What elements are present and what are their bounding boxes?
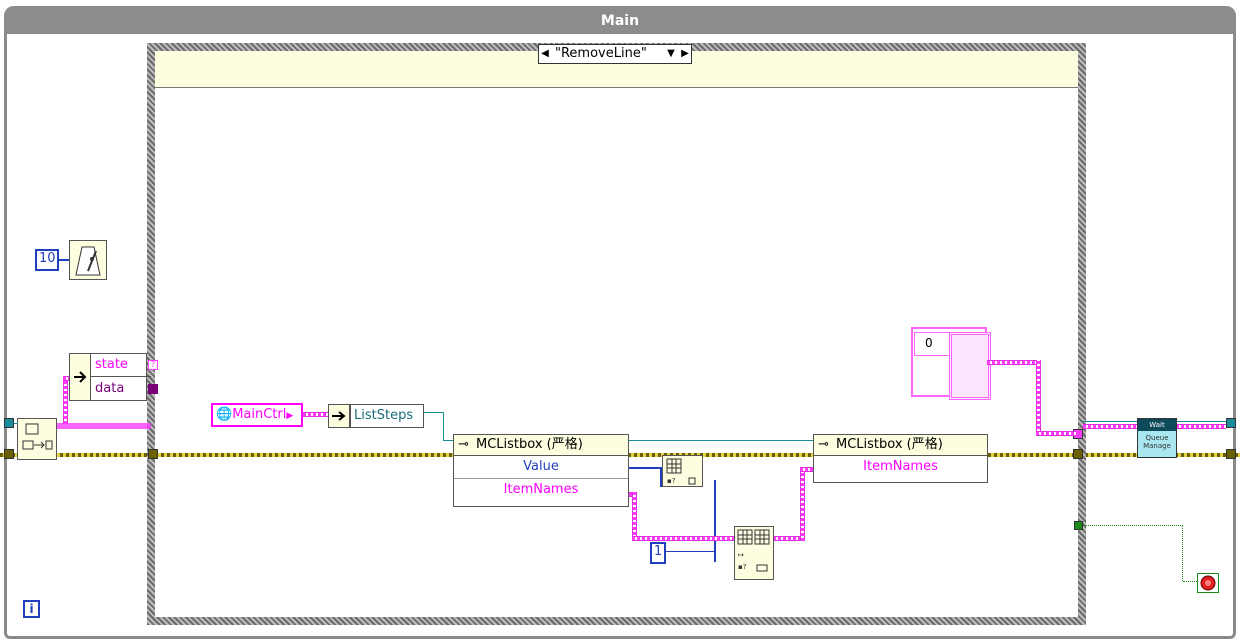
svg-text:↦: ↦ xyxy=(738,551,744,559)
array-wire-2 xyxy=(1036,360,1041,434)
dequeue-element-node[interactable] xyxy=(17,418,57,460)
index-constant[interactable]: 1 xyxy=(650,542,666,564)
empty-array-constant[interactable]: 0 xyxy=(911,327,991,400)
index-wire-v xyxy=(714,480,716,562)
svg-text:▪?: ▪? xyxy=(738,563,747,571)
property-row-value[interactable]: Value xyxy=(454,456,628,479)
array-wire-3 xyxy=(1036,431,1076,436)
array-wire-1 xyxy=(987,360,1039,365)
while-loop-label: Main xyxy=(4,6,1236,34)
error-tunnel-in[interactable] xyxy=(148,449,158,459)
wait-ms-node[interactable] xyxy=(69,240,107,280)
error-wire-case-1 xyxy=(155,453,453,457)
iteration-terminal[interactable]: i xyxy=(23,600,40,618)
itemnames-wire-2 xyxy=(632,492,637,540)
index-wire xyxy=(666,551,716,552)
stop-tunnel[interactable] xyxy=(1074,521,1083,530)
global-ref-wire xyxy=(303,412,329,417)
queue-manager-subvi[interactable]: Wait Queue Manage xyxy=(1137,418,1177,458)
ref-wire-2 xyxy=(443,412,444,440)
delete-from-array-node[interactable]: ↦ ▪? xyxy=(734,526,774,580)
property-node-read[interactable]: ⊸ MCListbox (严格) Value ItemNames xyxy=(453,434,629,507)
case-prev-arrow[interactable]: ◀ xyxy=(539,46,551,62)
data-wire-out-2 xyxy=(1176,424,1226,429)
data-wire-up xyxy=(63,378,68,424)
error-shift-register-right[interactable] xyxy=(1226,449,1236,459)
case-selector[interactable]: ◀ "RemoveLine" ▼ ▶ xyxy=(538,44,692,64)
play-icon: ▶ xyxy=(286,411,294,421)
globe-icon: 🌐 xyxy=(216,407,233,422)
ref-unbundle-arrow[interactable] xyxy=(328,404,350,428)
unbundle-data-label: data xyxy=(95,381,125,396)
metronome-icon xyxy=(75,246,101,276)
stop-icon xyxy=(1200,575,1216,591)
property-node-icon: ⊸ xyxy=(818,437,829,452)
array-element-slot xyxy=(949,332,991,400)
property-node-icon: ⊸ xyxy=(458,437,469,452)
dequeue-icon xyxy=(22,423,53,450)
queue-shift-register-right[interactable] xyxy=(1226,418,1236,428)
svg-text:▪?: ▪? xyxy=(667,477,676,485)
stop-terminal[interactable] xyxy=(1197,573,1219,593)
property-node-write-header: ⊸ MCListbox (严格) xyxy=(814,435,987,456)
mainctrl-label: MainCtrl xyxy=(232,407,287,422)
array-size-icon: ▪? xyxy=(666,458,696,485)
queue-manager-label: Queue Manage xyxy=(1143,434,1171,450)
property-node-read-header: ⊸ MCListbox (严格) xyxy=(454,435,628,456)
error-tunnel-out[interactable] xyxy=(1073,449,1083,459)
wait-ms-constant[interactable]: 10 xyxy=(35,249,59,271)
case-dropdown-arrow[interactable]: ▼ xyxy=(665,46,677,62)
itemnames-wire-3 xyxy=(632,536,735,541)
property-node-write[interactable]: ⊸ MCListbox (严格) ItemNames xyxy=(813,434,988,483)
queue-manager-top: Wait xyxy=(1138,419,1176,431)
case-selector-label: "RemoveLine" xyxy=(555,46,647,61)
array-size-node[interactable]: ▪? xyxy=(662,455,703,487)
data-tunnel-in[interactable] xyxy=(148,384,158,394)
unbundle-by-name[interactable]: state data xyxy=(69,353,151,401)
data-wire-to-case xyxy=(57,423,151,429)
wait-wire xyxy=(59,259,69,261)
case-selector-terminal[interactable]: ? xyxy=(148,360,158,370)
delete-from-array-icon: ↦ ▪? xyxy=(737,529,770,572)
ref-wire-4 xyxy=(628,440,816,441)
liststeps-label: ListSteps xyxy=(350,404,424,428)
case-next-arrow[interactable]: ▶ xyxy=(679,46,691,62)
unbundle-state-label: state xyxy=(91,354,151,377)
queue-wire-in xyxy=(14,423,18,424)
error-wire-case-3 xyxy=(988,453,1078,457)
unbundle-arrow-icon xyxy=(70,354,91,400)
itemnames-wire-6 xyxy=(800,467,814,472)
ref-wire-1 xyxy=(424,412,443,413)
error-shift-register-left[interactable] xyxy=(4,449,14,459)
stop-wire xyxy=(1083,525,1183,581)
mainctrl-global-ref[interactable]: 🌐MainCtrl▶ xyxy=(211,403,303,427)
itemnames-wire-5 xyxy=(800,467,805,541)
queue-shift-register-left[interactable] xyxy=(4,418,14,428)
data-wire-out xyxy=(1083,424,1138,429)
property-row-itemnames-write[interactable]: ItemNames xyxy=(814,456,987,478)
error-wire-case-2 xyxy=(628,453,814,457)
value-wire xyxy=(629,467,662,469)
property-row-itemnames[interactable]: ItemNames xyxy=(454,479,628,501)
